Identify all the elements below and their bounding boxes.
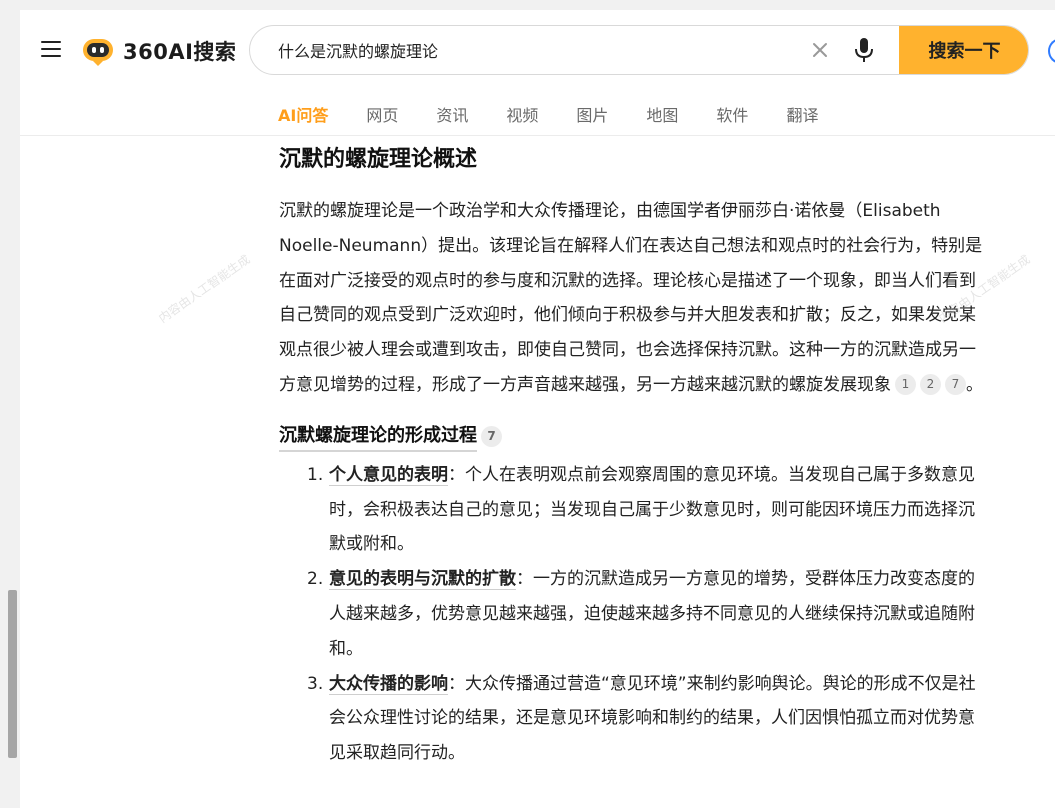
tab-images[interactable]: 图片 [576, 102, 608, 132]
list-number: 3. [307, 673, 324, 694]
user-avatar-icon[interactable] [1048, 38, 1055, 64]
search-tabs: AI问答 网页 资讯 视频 图片 地图 软件 翻译 [278, 102, 856, 132]
tab-news[interactable]: 资讯 [436, 102, 468, 132]
menu-icon[interactable] [41, 41, 61, 57]
citation-badge[interactable]: 2 [920, 373, 941, 395]
answer-title: 沉默的螺旋理论概述 [279, 147, 478, 172]
list-term: 大众传播的影响 [329, 673, 448, 695]
intro-text: 沉默的螺旋理论是一个政治学和大众传播理论，由德国学者伊丽莎白·诺依曼（Elisa… [279, 201, 983, 395]
microphone-icon[interactable] [853, 37, 875, 63]
list-number: 1. [307, 464, 324, 485]
citation-badge[interactable]: 7 [945, 373, 966, 395]
search-box: 搜索一下 [249, 25, 1029, 75]
citation-badge[interactable]: 1 [895, 373, 916, 395]
citation-badge[interactable]: 7 [481, 426, 502, 448]
section-title-text: 沉默螺旋理论的形成过程 [279, 422, 477, 452]
list-number: 2. [307, 569, 324, 590]
list-item: 2. 意见的表明与沉默的扩散：一方的沉默造成另一方意见的增势，受群体压力改变态度… [279, 562, 991, 666]
list-item: 3. 大众传播的影响：大众传播通过营造“意见环境”来制约影响舆论。舆论的形成不仅… [279, 667, 991, 771]
left-scrollbar-thumb[interactable] [8, 590, 17, 758]
robot-logo-icon [81, 34, 115, 68]
intro-end-punct: 。 [966, 374, 983, 395]
logo-text: 360AI搜索 [123, 40, 237, 64]
section-title: 沉默螺旋理论的形成过程 7 [279, 422, 991, 452]
search-header: 360AI搜索 搜索一下 AI问答 网页 资讯 视频 图片 地图 软件 翻译 [20, 10, 1055, 136]
process-steps-list: 1. 个人意见的表明：个人在表明观点前会观察周围的意见环境。当发现自己属于多数意… [279, 458, 991, 771]
tab-translate[interactable]: 翻译 [786, 102, 818, 132]
tab-video[interactable]: 视频 [506, 102, 538, 132]
list-item: 1. 个人意见的表明：个人在表明观点前会观察周围的意见环境。当发现自己属于多数意… [279, 458, 991, 562]
list-term: 意见的表明与沉默的扩散 [329, 569, 516, 591]
tab-software[interactable]: 软件 [716, 102, 748, 132]
answer-intro: 沉默的螺旋理论是一个政治学和大众传播理论，由德国学者伊丽莎白·诺依曼（Elisa… [279, 194, 991, 403]
ai-generated-watermark: 内容由人工智能生成 [156, 252, 253, 326]
search-button[interactable]: 搜索一下 [899, 26, 1028, 74]
list-term: 个人意见的表明 [329, 464, 448, 486]
ai-answer-content: 沉默的螺旋理论概述 沉默的螺旋理论是一个政治学和大众传播理论，由德国学者伊丽莎白… [279, 143, 991, 771]
search-input[interactable] [278, 26, 798, 74]
tab-maps[interactable]: 地图 [646, 102, 678, 132]
logo[interactable]: 360AI搜索 [81, 34, 236, 68]
tab-web[interactable]: 网页 [366, 102, 398, 132]
window-top-bar [0, 0, 1055, 10]
clear-icon[interactable] [810, 40, 830, 60]
tab-ai-answer[interactable]: AI问答 [278, 102, 328, 132]
